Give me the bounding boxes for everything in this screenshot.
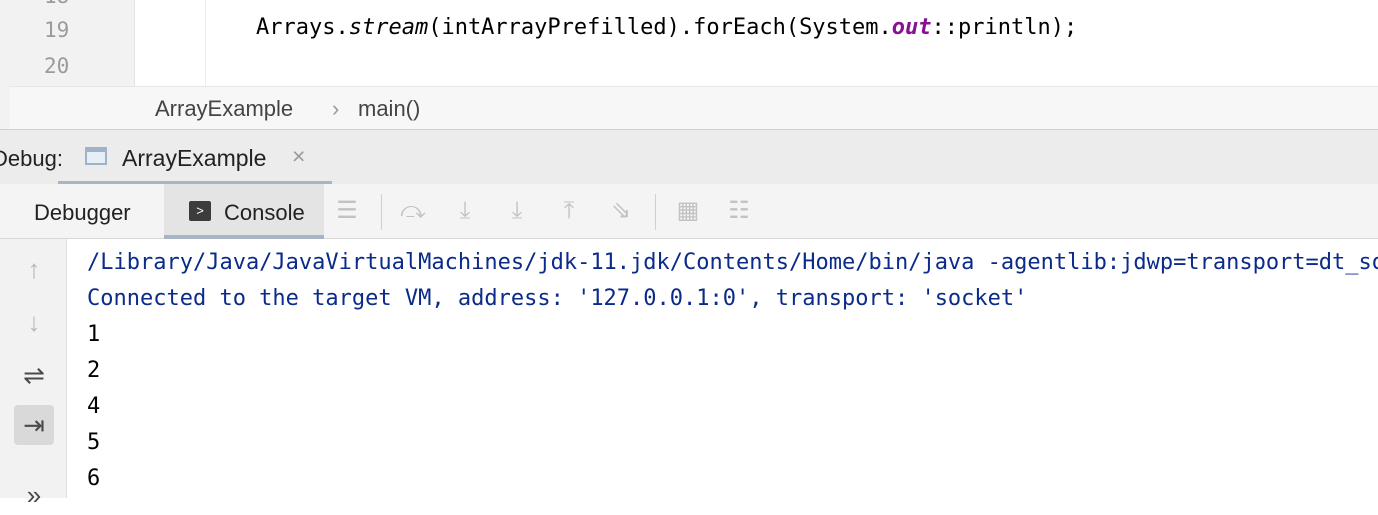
soft-wrap-icon[interactable]: ⇌ — [14, 355, 54, 395]
force-step-into-icon[interactable]: ⤓ — [502, 196, 532, 226]
tab-debugger[interactable]: Debugger — [14, 184, 164, 238]
step-into-icon[interactable]: ⤓ — [450, 196, 480, 226]
console-line: 5 — [87, 430, 101, 455]
line-number-gutter: 18 19 20 — [10, 0, 135, 86]
breadcrumb-class[interactable]: ArrayExample — [155, 96, 293, 122]
console-line: /Library/Java/JavaVirtualMachines/jdk-11… — [87, 250, 1378, 275]
breadcrumb-separator: › — [332, 96, 340, 121]
toolbar-separator — [381, 194, 382, 230]
tab-debugger-label: Debugger — [34, 200, 131, 225]
toolbar-separator — [655, 194, 656, 230]
line-number: 18 — [44, 0, 69, 8]
console-panel: ↑ ↓ ⇌ ⇥ » /Library/Java/JavaVirtualMachi… — [0, 239, 1378, 510]
code-line[interactable]: Arrays.stream(intArrayPrefilled).forEach… — [256, 15, 1077, 40]
debug-toolbar: Debugger > Console ☰ ⤼ ⤓ ⤓ ⤒ ⇘ ▦ ☷ — [0, 184, 1378, 239]
scroll-to-end-icon[interactable]: ⇥ — [14, 405, 54, 445]
fold-column — [205, 0, 206, 86]
evaluate-expression-icon[interactable]: ▦ — [673, 196, 703, 226]
console-output[interactable]: /Library/Java/JavaVirtualMachines/jdk-11… — [87, 245, 1378, 497]
code-token-field: out — [891, 15, 932, 40]
code-token: (intArrayPrefilled).forEach(System. — [428, 15, 892, 40]
debug-tool-window-header: Debug: ArrayExample × — [0, 129, 1378, 185]
window-icon — [85, 147, 107, 165]
arrow-down-icon[interactable]: ↓ — [14, 302, 54, 342]
console-icon: > — [189, 201, 211, 221]
console-line: 4 — [87, 394, 101, 419]
step-over-icon[interactable]: ⤼ — [398, 196, 428, 226]
console-line: 6 — [87, 466, 101, 491]
session-tab-label: ArrayExample — [122, 145, 267, 171]
console-line: Connected to the target VM, address: '12… — [87, 286, 1028, 311]
debug-title: Debug: — [0, 146, 63, 171]
show-execution-point-icon[interactable]: ☰ — [332, 196, 362, 226]
line-number: 20 — [44, 54, 70, 78]
more-icon[interactable]: » — [14, 475, 54, 515]
tab-console[interactable]: > Console — [164, 184, 324, 239]
breadcrumb-method[interactable]: main() — [358, 96, 420, 122]
console-line: 1 — [87, 322, 101, 347]
trace-current-stream-icon[interactable]: ☷ — [724, 196, 754, 226]
console-line: 2 — [87, 358, 101, 383]
code-token-method: stream — [348, 15, 429, 40]
line-number: 19 — [44, 18, 70, 42]
close-icon[interactable]: × — [292, 143, 305, 170]
tab-console-label: Console — [224, 200, 305, 225]
arrow-up-icon[interactable]: ↑ — [14, 249, 54, 289]
run-to-cursor-icon[interactable]: ⇘ — [606, 196, 636, 226]
tab-arrayexample-session[interactable]: ArrayExample × — [58, 130, 332, 185]
breadcrumb: ArrayExample › main() — [10, 86, 1378, 130]
code-token: ::println); — [931, 15, 1078, 40]
code-token: Arrays. — [256, 15, 349, 40]
step-out-icon[interactable]: ⤒ — [554, 196, 584, 226]
code-editor[interactable]: 18 19 20 Arrays.stream(intArrayPrefilled… — [0, 0, 1378, 130]
console-side-toolbar: ↑ ↓ ⇌ ⇥ » — [0, 239, 67, 510]
